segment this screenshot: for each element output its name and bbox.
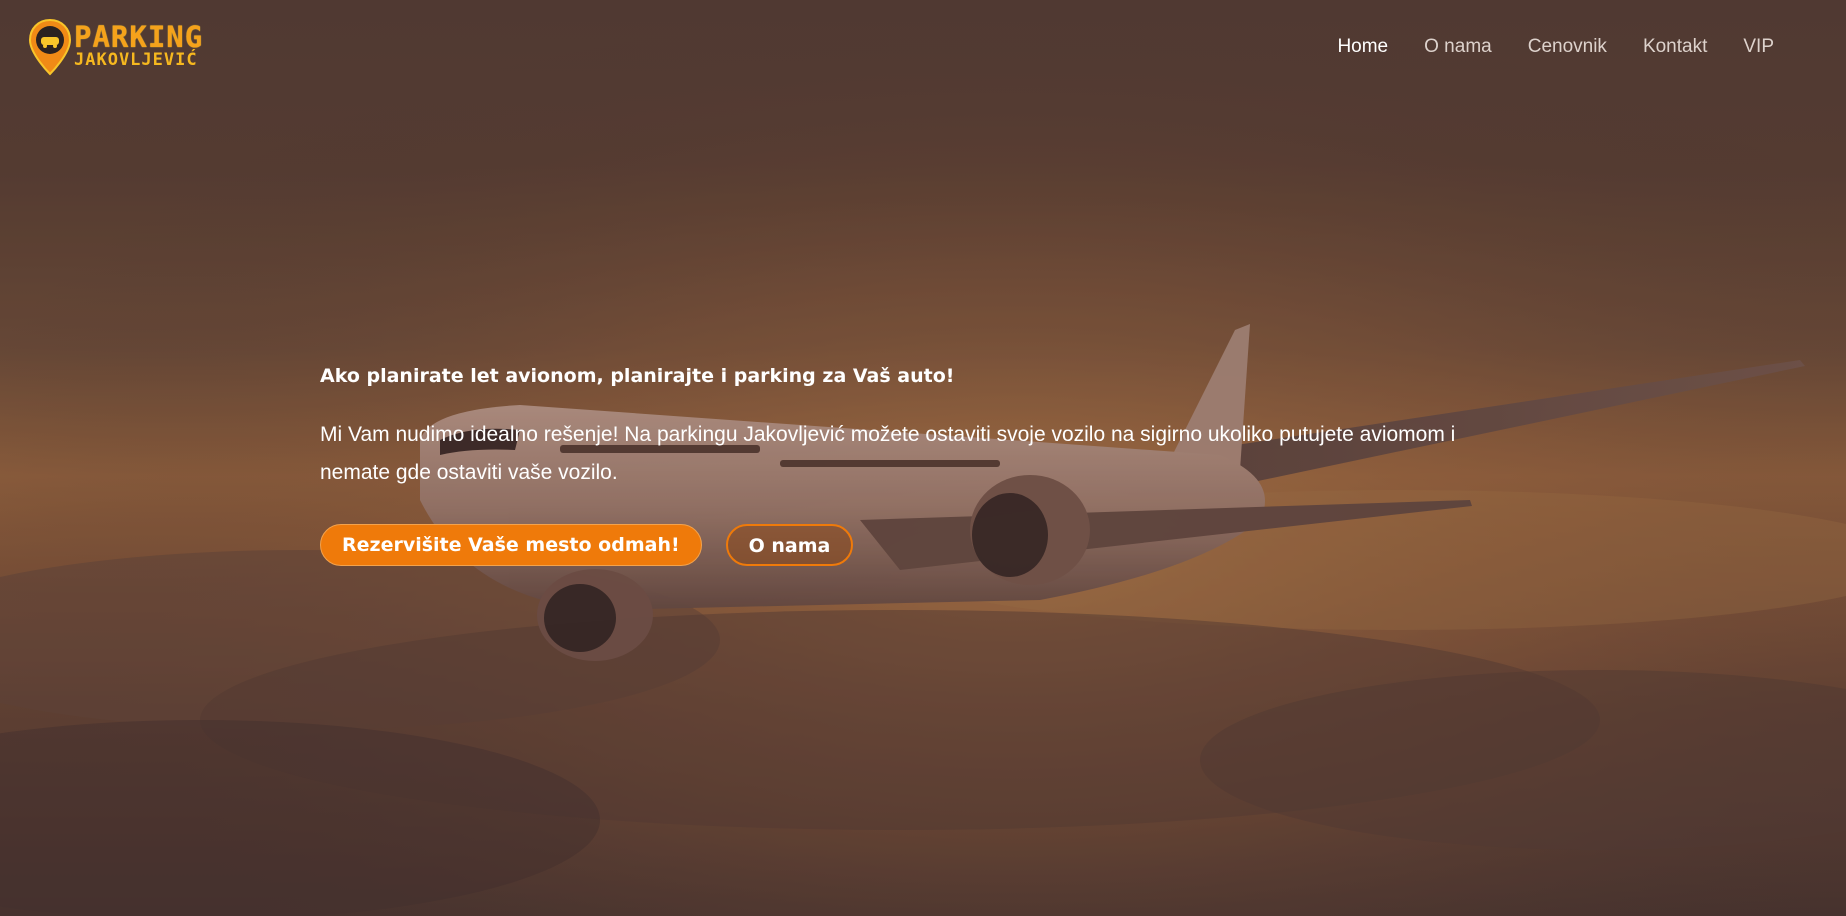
main-navigation: Home O nama Cenovnik Kontakt VIP: [1337, 34, 1774, 60]
reserve-button[interactable]: Rezervišite Vaše mesto odmah!: [320, 524, 702, 566]
brand-name-line2: JAKOVLJEVIĆ: [74, 50, 198, 70]
nav-cenovnik[interactable]: Cenovnik: [1528, 34, 1607, 60]
hero-lead-text: Mi Vam nudimo idealno rešenje! Na parkin…: [320, 423, 1456, 484]
nav-home[interactable]: Home: [1337, 34, 1388, 60]
hero-section: PARKING JAKOVLJEVIĆ Home O nama Cenovnik…: [0, 0, 1846, 916]
map-pin-car-icon: [28, 18, 72, 76]
nav-o-nama[interactable]: O nama: [1424, 34, 1492, 60]
brand-logo[interactable]: PARKING JAKOVLJEVIĆ: [28, 18, 228, 78]
nav-kontakt[interactable]: Kontakt: [1643, 34, 1707, 60]
brand-name-line1: PARKING: [74, 20, 204, 54]
nav-vip[interactable]: VIP: [1743, 34, 1774, 60]
hero-headline: Ako planirate let avionom, planirajte i …: [320, 365, 955, 387]
about-button[interactable]: O nama: [725, 524, 854, 566]
hero-content: Ako planirate let avionom, planirajte i …: [320, 362, 1520, 566]
hero-buttons: Rezervišite Vaše mesto odmah! O nama: [320, 524, 1520, 566]
